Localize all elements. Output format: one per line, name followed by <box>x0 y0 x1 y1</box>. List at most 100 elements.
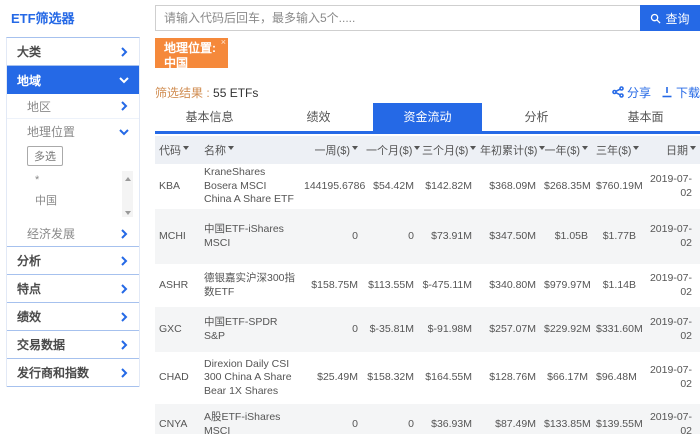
etf-table: 代码 名称 一周($) 一个月($) 三个月($) 年初累计($) 一年($) … <box>155 136 700 434</box>
action-links: 分享 下载 <box>612 84 700 101</box>
sidebar-item-label: 特点 <box>17 282 42 296</box>
sort-icon <box>690 146 696 153</box>
search-button[interactable]: 查询 <box>640 5 700 31</box>
sort-icon <box>228 146 234 153</box>
cell-one-year: $268.35M <box>544 179 591 192</box>
cell-one-month: 0 <box>362 404 418 434</box>
cell-one-month: $-35.81M <box>362 307 418 352</box>
table-row[interactable]: KBA KraneShares Bosera MSCI China A Shar… <box>155 164 700 209</box>
sort-icon <box>414 146 421 153</box>
chevron-right-icon <box>121 101 128 111</box>
col-header-week[interactable]: 一周($) <box>300 136 362 164</box>
sidebar-item-label: 地域 <box>17 73 42 88</box>
cell-ytd: $128.76M <box>489 371 536 384</box>
sort-icon <box>470 146 477 153</box>
sidebar-item-issuer-index[interactable]: 发行商和指数 <box>7 359 139 387</box>
cell-one-year: $229.92M <box>540 307 592 352</box>
cell-three-month: $142.82M <box>425 179 472 192</box>
cell-week: 0 <box>300 307 362 352</box>
cell-three-year: $1.14B <box>602 278 636 291</box>
list-item[interactable]: * <box>27 171 133 189</box>
results-bar: 筛选结果 : 55 ETFs 分享 下载 <box>155 84 700 100</box>
col-header-three-month[interactable]: 三个月($) <box>418 136 477 164</box>
col-header-one-month[interactable]: 一个月($) <box>362 136 421 164</box>
chevron-right-icon <box>121 339 128 350</box>
download-button[interactable]: 下载 <box>661 84 700 101</box>
cell-name: Direxion Daily CSI 300 China A Share Bea… <box>204 357 292 397</box>
sidebar-item-label: 大类 <box>17 45 42 59</box>
results-summary: 筛选结果 : 55 ETFs <box>155 84 258 101</box>
cell-three-month: $-91.98M <box>418 307 476 352</box>
cell-date: 2019-07-02 <box>640 209 700 264</box>
sidebar-subitem-label: 地区 <box>27 99 52 114</box>
cell-week: $158.75M <box>311 278 358 291</box>
cell-ytd: $257.07M <box>476 307 540 352</box>
tab-basic-info[interactable]: 基本信息 <box>155 103 264 131</box>
cell-code: MCHI <box>155 209 200 264</box>
cell-three-year: $760.19M <box>596 179 643 192</box>
col-header-name[interactable]: 名称 <box>200 136 300 164</box>
cell-name: 德银嘉实沪深300指数ETF <box>204 271 296 298</box>
results-label: 筛选结果 : <box>155 85 210 100</box>
scroll-down-icon[interactable] <box>122 206 133 217</box>
sidebar-item-analysis[interactable]: 分析 <box>7 247 139 275</box>
cell-three-year: $1.77B <box>592 209 640 264</box>
cell-code: CNYA <box>155 404 200 434</box>
filter-tag-geo-location: × 地理位置: 中国 <box>155 37 228 70</box>
close-icon[interactable]: × <box>221 37 226 48</box>
cell-one-year: $133.85M <box>540 404 592 434</box>
table-row[interactable]: CHAD Direxion Daily CSI 300 China A Shar… <box>155 352 700 404</box>
table-row[interactable]: ASHR 德银嘉实沪深300指数ETF $158.75M $113.55M $-… <box>155 264 700 307</box>
cell-name: KraneShares Bosera MSCI China A Share ET… <box>204 166 294 206</box>
sidebar-item-characteristics[interactable]: 特点 <box>7 275 139 303</box>
share-button[interactable]: 分享 <box>612 84 651 101</box>
sidebar-subitem-district[interactable]: 地区 <box>7 94 139 119</box>
sidebar-item-geography[interactable]: 地域 <box>7 66 139 94</box>
chevron-right-icon <box>121 311 128 322</box>
list-item-china[interactable]: 中国 <box>27 189 133 211</box>
sidebar-item-trading-data[interactable]: 交易数据 <box>7 331 139 359</box>
col-header-code[interactable]: 代码 <box>155 136 200 164</box>
cell-week: 0 <box>300 404 362 434</box>
sidebar-subitem-geo-location[interactable]: 地理位置 <box>7 119 139 144</box>
sidebar-item-asset-class[interactable]: 大类 <box>7 38 139 66</box>
tab-fundamentals[interactable]: 基本面 <box>591 103 700 131</box>
cell-date: 2019-07-02 <box>649 172 692 199</box>
col-header-date[interactable]: 日期 <box>640 136 700 164</box>
col-header-ytd[interactable]: 年初累计($) <box>476 136 546 164</box>
cell-date: 2019-07-02 <box>640 307 700 352</box>
col-header-one-year[interactable]: 一年($) <box>540 136 592 164</box>
sidebar-subitem-economic-development[interactable]: 经济发展 <box>7 221 139 246</box>
main-content: 查询 × 地理位置: 中国 筛选结果 : 55 ETFs 分享 <box>141 0 700 434</box>
geography-submenu: 地区 地理位置 多选 * 中国 经济发展 <box>7 94 139 247</box>
cell-date: 2019-07-02 <box>649 271 692 298</box>
scroll-up-icon[interactable] <box>122 171 133 182</box>
cell-one-year: $66.17M <box>547 371 588 384</box>
geo-location-listbox: * 中国 <box>27 171 133 217</box>
sidebar: ETF筛选器 大类 地域 地区 地理位置 多选 * 中国 经济发展 分析 特点 … <box>0 0 141 434</box>
chevron-right-icon <box>121 283 128 294</box>
tab-performance[interactable]: 绩效 <box>264 103 373 131</box>
download-icon <box>662 87 672 98</box>
cell-week: 144195.6786 <box>304 179 366 192</box>
cell-one-month: $54.42M <box>373 179 414 192</box>
search-input[interactable] <box>155 5 640 31</box>
filter-tag-label: 地理位置: <box>164 41 216 55</box>
tab-fund-flows[interactable]: 资金流动 <box>373 103 482 131</box>
cell-one-month: 0 <box>362 209 418 264</box>
col-header-three-year[interactable]: 三年($) <box>592 136 640 164</box>
search-icon <box>651 13 662 24</box>
table-row[interactable]: GXC 中国ETF-SPDR S&P 0 $-35.81M $-91.98M $… <box>155 307 700 352</box>
page-title: ETF筛选器 <box>11 11 75 26</box>
share-icon <box>612 86 624 98</box>
cell-code: GXC <box>155 307 200 352</box>
tab-analysis[interactable]: 分析 <box>482 103 591 131</box>
sidebar-subitem-label: 经济发展 <box>27 227 76 241</box>
cell-week: $25.49M <box>317 371 358 384</box>
table-row[interactable]: CNYA A股ETF-iShares MSCI 0 0 $36.93M $87.… <box>155 404 700 434</box>
sidebar-item-performance[interactable]: 绩效 <box>7 303 139 331</box>
table-row[interactable]: MCHI 中国ETF-iShares MSCI 0 0 $73.91M $347… <box>155 209 700 264</box>
cell-one-month: $158.32M <box>367 371 414 384</box>
listbox-scrollbar[interactable] <box>122 171 133 217</box>
chevron-right-icon <box>121 255 128 266</box>
